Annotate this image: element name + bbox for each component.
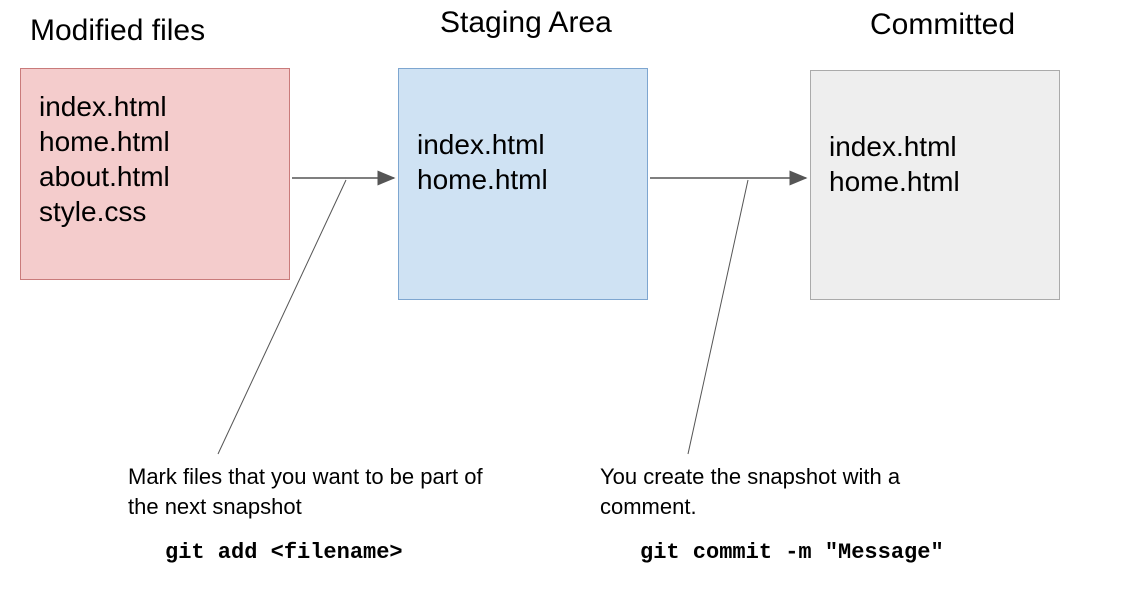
committed-file: index.html (829, 129, 1041, 164)
committed-box: index.html home.html (810, 70, 1060, 300)
add-caption: Mark files that you want to be part of t… (128, 462, 508, 521)
staging-box: index.html home.html (398, 68, 648, 300)
modified-title: Modified files (30, 14, 205, 48)
modified-file: home.html (39, 124, 271, 159)
commit-caption: You create the snapshot with a comment. (600, 462, 970, 521)
staging-file: home.html (417, 162, 629, 197)
committed-file: home.html (829, 164, 1041, 199)
staging-title: Staging Area (440, 6, 612, 40)
staging-file: index.html (417, 127, 629, 162)
modified-file: style.css (39, 194, 271, 229)
modified-file: index.html (39, 89, 271, 124)
committed-title: Committed (870, 8, 1015, 42)
git-commit-command: git commit -m "Message" (640, 540, 944, 565)
modified-box: index.html home.html about.html style.cs… (20, 68, 290, 280)
connector-commit-caption (688, 180, 748, 454)
git-add-command: git add <filename> (165, 540, 403, 565)
modified-file: about.html (39, 159, 271, 194)
